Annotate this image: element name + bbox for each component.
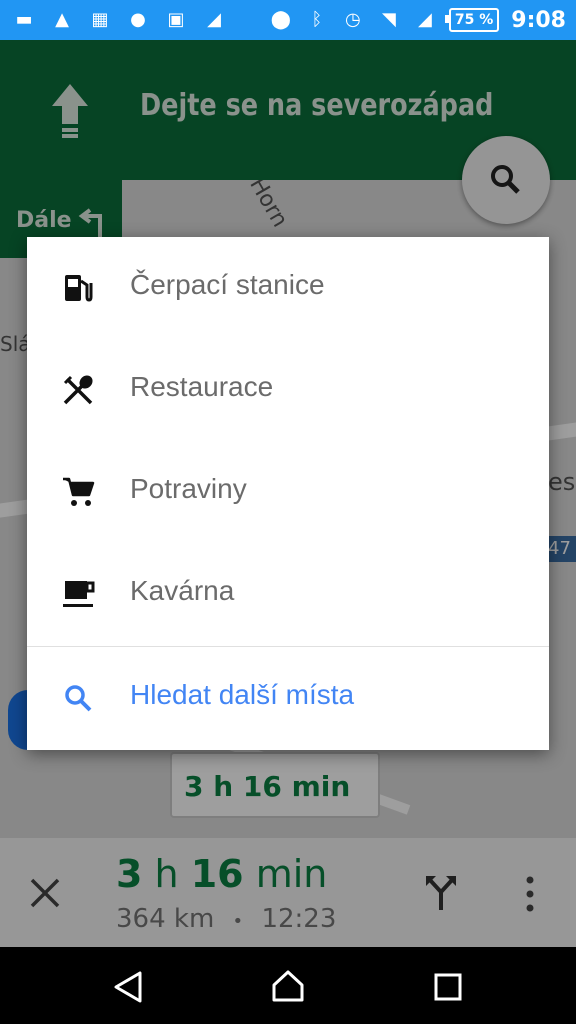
clock: 9:08 [511,7,566,33]
menu-item-label: Kavárna [130,575,235,606]
system-navigation-bar [0,947,576,1024]
image-icon: ▣ [167,9,185,30]
recent-apps-icon[interactable] [434,973,462,1001]
menu-item-coffee[interactable]: Kavárna [27,543,549,645]
coffee-icon [63,581,95,607]
grocery-cart-icon [63,477,95,506]
hangouts-icon: ● [130,9,146,30]
search-icon [65,685,92,712]
search-more-places-label: Hledat další místa [130,679,355,710]
signal-icon: ◢ [417,9,432,30]
menu-item-groceries[interactable]: Potraviny [27,441,549,543]
menu-item-restaurants[interactable]: Restaurace [27,339,549,441]
battery-indicator: 75 % [444,8,500,32]
home-icon[interactable] [270,969,306,1003]
navigation-icon: ▲ [55,9,69,30]
wifi-icon: ◥ [381,9,396,30]
menu-item-gas-stations[interactable]: Čerpací stanice [27,237,549,339]
back-icon[interactable] [112,971,144,1003]
menu-item-label: Čerpací stanice [130,269,325,300]
restaurant-icon [63,375,93,405]
bluetooth-icon: ᛒ [311,9,323,30]
gas-station-icon [65,275,93,302]
message-icon: ▬ [15,9,33,30]
search-along-route-menu: Čerpací stanice Restaurace Potraviny Kav… [27,237,549,750]
menu-item-label: Potraviny [130,473,247,504]
calendar-icon: ▦ [91,9,109,30]
location-icon: ⬤ [270,9,291,30]
menu-item-label: Restaurace [130,371,274,402]
status-bar: ▬ ▲ ▦ ● ▣ ◢ ⬤ ᛒ ◷ ◥ ◢ 75 % 9:08 [0,0,576,40]
alarm-icon: ◷ [345,9,361,30]
notification-icons: ▬ ▲ ▦ ● ▣ ◢ [12,6,226,34]
search-more-places-button[interactable]: Hledat další místa [27,647,549,749]
cast-icon: ◢ [207,9,221,30]
